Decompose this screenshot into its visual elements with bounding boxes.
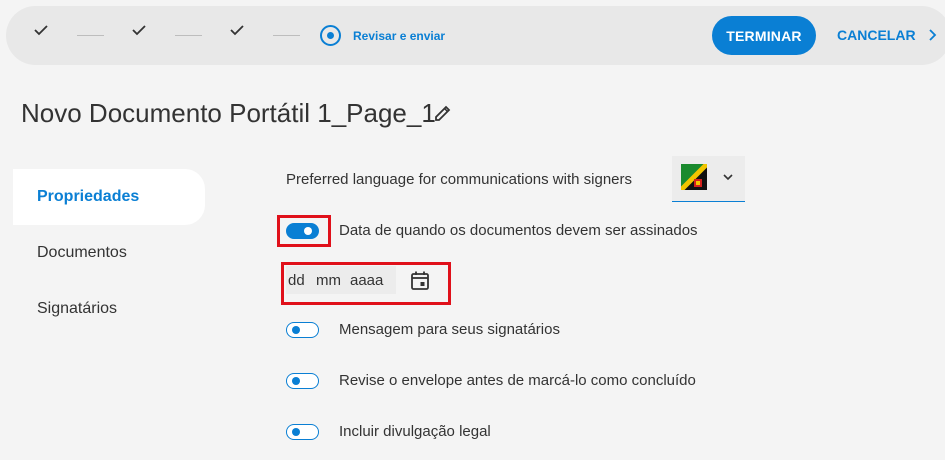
sign-date-label: Data de quando os documentos devem ser a…: [339, 222, 698, 239]
message-label: Mensagem para seus signatários: [339, 321, 560, 338]
finish-button[interactable]: TERMINAR: [712, 16, 816, 55]
chevron-down-icon: [723, 174, 733, 181]
check-icon: [230, 25, 244, 36]
language-select[interactable]: [672, 156, 745, 202]
legal-disclosure-label: Incluir divulgação legal: [339, 423, 491, 440]
date-day-segment[interactable]: dd: [288, 272, 305, 289]
current-step-label[interactable]: Revisar e enviar: [353, 29, 445, 43]
calendar-icon[interactable]: [410, 270, 430, 291]
language-label: Preferred language for communications wi…: [286, 171, 633, 188]
step-connector: [175, 35, 202, 36]
flag-icon: [681, 164, 707, 190]
current-step-radio-icon: [320, 25, 341, 46]
page-title: Novo Documento Portátil 1_Page_1: [21, 98, 436, 128]
date-input[interactable]: dd mm aaaa: [286, 266, 396, 294]
chevron-right-icon[interactable]: [926, 28, 938, 42]
sidebar-item-signatarios[interactable]: Signatários: [13, 281, 205, 337]
sidebar-item-documentos[interactable]: Documentos: [13, 225, 205, 281]
step-connector: [77, 35, 104, 36]
sign-date-toggle[interactable]: [286, 223, 319, 239]
date-month-segment[interactable]: mm: [316, 272, 341, 289]
legal-disclosure-toggle[interactable]: [286, 424, 319, 440]
review-label: Revise o envelope antes de marcá-lo como…: [339, 372, 696, 389]
review-toggle[interactable]: [286, 373, 319, 389]
check-icon: [132, 25, 146, 36]
step-connector: [273, 35, 300, 36]
message-toggle[interactable]: [286, 322, 319, 338]
date-year-segment[interactable]: aaaa: [350, 272, 383, 289]
sidebar-item-propriedades[interactable]: Propriedades: [13, 169, 205, 225]
pencil-icon[interactable]: [433, 103, 453, 123]
cancel-button[interactable]: CANCELAR: [837, 27, 916, 43]
check-icon: [34, 25, 48, 36]
